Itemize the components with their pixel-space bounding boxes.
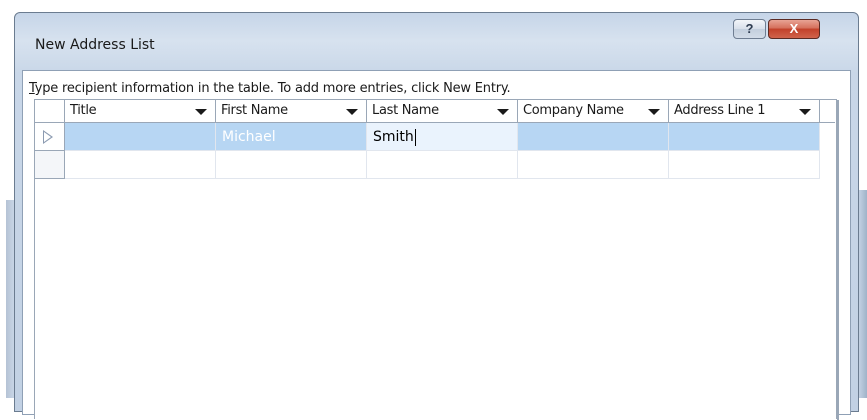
text-caret: [414, 128, 416, 146]
cell-company-name[interactable]: [518, 151, 669, 179]
chevron-down-icon[interactable]: [497, 109, 509, 115]
table-row[interactable]: Michael Smith: [35, 123, 835, 151]
column-header-last-name[interactable]: Last Name: [367, 100, 518, 122]
chevron-down-icon[interactable]: [346, 109, 358, 115]
column-header-label: Title: [70, 103, 97, 118]
cell-company-name[interactable]: [518, 123, 669, 151]
row-pointer-icon: [43, 130, 53, 144]
dialog-title: New Address List: [35, 37, 155, 53]
close-icon: X: [789, 21, 799, 36]
chevron-down-icon[interactable]: [195, 109, 207, 115]
chevron-down-icon[interactable]: [648, 109, 660, 115]
background-window-edge-right: [859, 190, 867, 398]
cell-last-name-editing[interactable]: Smith: [367, 123, 518, 151]
background-window-edge: [6, 200, 14, 398]
row-selector[interactable]: [35, 123, 65, 151]
column-header-address-line-1[interactable]: Address Line 1: [669, 100, 820, 122]
column-header-label: Address Line 1: [674, 103, 766, 118]
column-header-label: Company Name: [523, 103, 624, 118]
cell-address-line-1[interactable]: [669, 151, 820, 179]
column-header-label: First Name: [221, 103, 288, 118]
chevron-down-icon[interactable]: [799, 109, 811, 115]
cell-last-name[interactable]: [367, 151, 518, 179]
instruction-rest: ype recipient information in the table. …: [34, 81, 511, 96]
dialog-client-area: Type recipient information in the table.…: [22, 70, 851, 420]
cell-title[interactable]: [65, 151, 216, 179]
instruction-text: Type recipient information in the table.…: [29, 81, 511, 96]
header-selector-cell: [35, 100, 65, 122]
cell-first-name[interactable]: [216, 151, 367, 179]
cell-title[interactable]: [65, 123, 216, 151]
help-button[interactable]: ?: [733, 19, 766, 39]
title-bar[interactable]: New Address List ? X: [15, 13, 858, 53]
table-header: Title First Name Last Name Company Name …: [35, 100, 835, 123]
cell-address-line-1[interactable]: [669, 123, 820, 151]
close-button[interactable]: X: [768, 19, 820, 39]
column-header-company-name[interactable]: Company Name: [518, 100, 669, 122]
new-address-list-dialog: New Address List ? X Type recipient info…: [14, 12, 859, 420]
cell-first-name[interactable]: Michael: [216, 123, 367, 151]
recipient-table[interactable]: Title First Name Last Name Company Name …: [34, 99, 839, 420]
table-row[interactable]: [35, 151, 835, 179]
table-right-border: [837, 100, 839, 420]
column-header-label: Last Name: [372, 103, 439, 118]
cell-last-name-value: Smith: [373, 129, 414, 145]
row-selector[interactable]: [35, 151, 65, 179]
column-header-first-name[interactable]: First Name: [216, 100, 367, 122]
help-icon: ?: [745, 21, 754, 36]
column-header-title[interactable]: Title: [65, 100, 216, 122]
